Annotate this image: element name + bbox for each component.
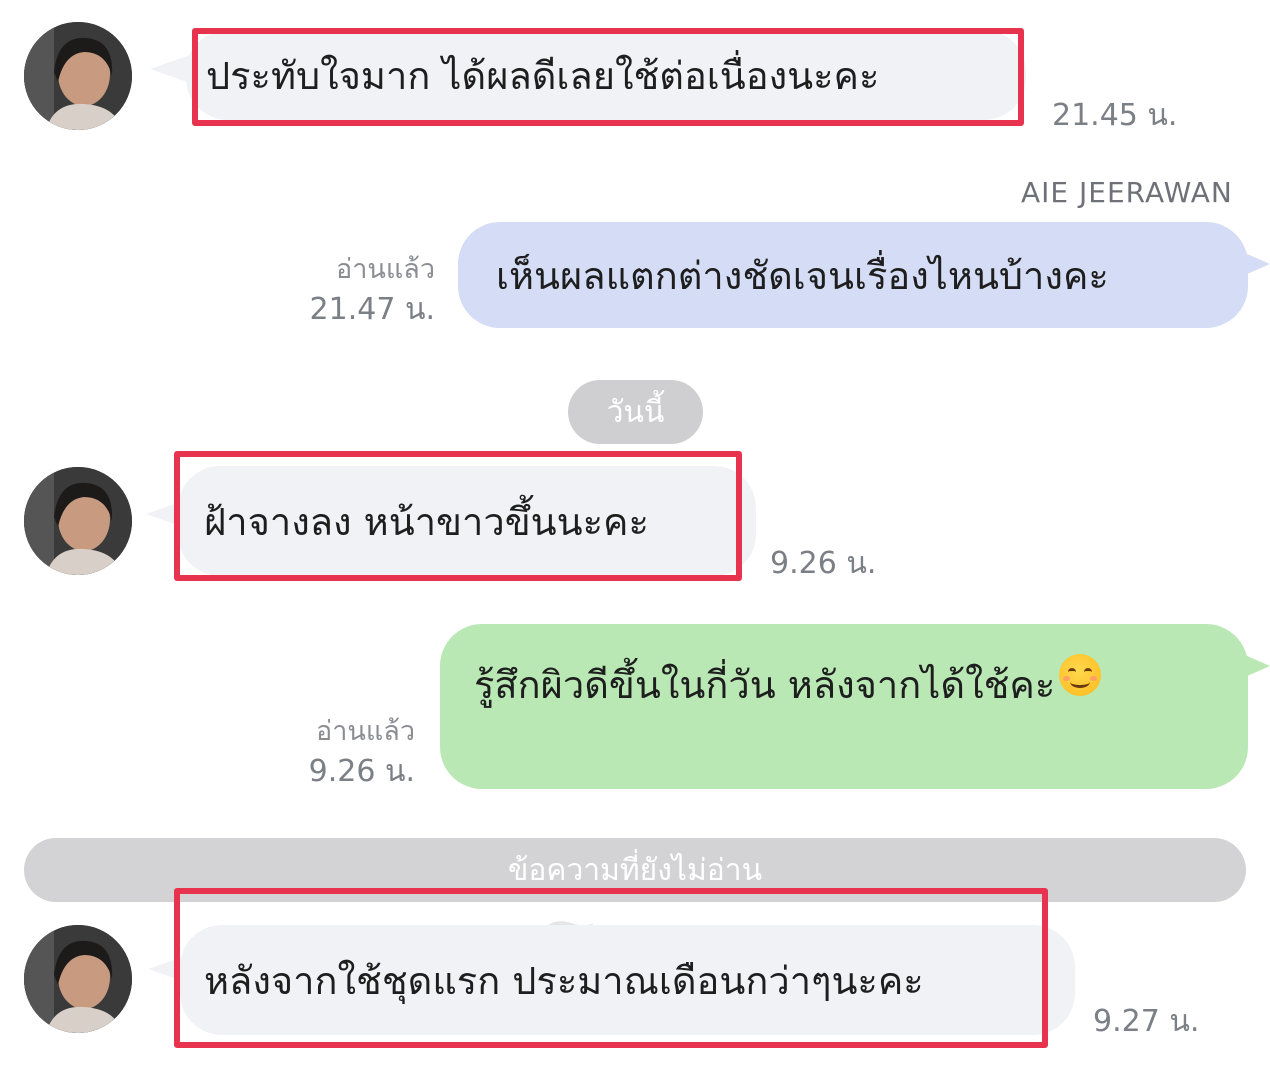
bubble-tail bbox=[1238, 250, 1270, 278]
message-time: 9.26 น. bbox=[770, 546, 877, 581]
message-bubble-incoming[interactable]: หลังจากใช้ชุดแรก ประมาณเดือนกว่าๆนะคะ bbox=[180, 925, 1075, 1035]
bubble-tail bbox=[148, 955, 188, 983]
message-bubble-incoming[interactable]: ประทับใจมาก ได้ผลดีเลยใช้ต่อเนื่องนะคะ bbox=[186, 30, 1026, 120]
bubble-tail bbox=[1238, 652, 1270, 680]
message-time: 21.47 น. bbox=[309, 292, 435, 327]
message-bubble-outgoing[interactable]: รู้สึกผิวดีขึ้นในกี่วัน หลังจากได้ใช้คะ bbox=[440, 624, 1248, 789]
sender-name: AIE JEERAWAN bbox=[1021, 176, 1233, 209]
message-text: เห็นผลแตกต่างชัดเจนเรื่องไหนบ้างคะ bbox=[496, 253, 1109, 298]
message-time: 9.27 น. bbox=[1093, 1004, 1200, 1039]
message-text: รู้สึกผิวดีขึ้นในกี่วัน หลังจากได้ใช้คะ bbox=[474, 663, 1056, 707]
read-receipt: อ่านแล้ว 21.47 น. bbox=[300, 250, 435, 330]
contact-avatar[interactable] bbox=[24, 925, 132, 1033]
message-text: ประทับใจมาก ได้ผลดีเลยใช้ต่อเนื่องนะคะ bbox=[206, 53, 880, 98]
bubble-tail bbox=[150, 55, 190, 83]
bubble-tail bbox=[146, 500, 186, 528]
date-divider: วันนี้ bbox=[568, 380, 703, 444]
message-text: หลังจากใช้ชุดแรก ประมาณเดือนกว่าๆนะคะ bbox=[204, 958, 924, 1003]
message-text: ฝ้าจางลง หน้าขาวขึ้นนะคะ bbox=[204, 499, 649, 544]
read-label: อ่านแล้ว bbox=[336, 254, 435, 285]
message-time: 9.26 น. bbox=[308, 754, 415, 789]
smiling-face-emoji-icon bbox=[1059, 654, 1102, 696]
unread-divider: ข้อความที่ยังไม่อ่าน bbox=[24, 838, 1246, 902]
message-bubble-outgoing[interactable]: เห็นผลแตกต่างชัดเจนเรื่องไหนบ้างคะ bbox=[458, 222, 1248, 328]
message-bubble-incoming[interactable]: ฝ้าจางลง หน้าขาวขึ้นนะคะ bbox=[178, 466, 756, 576]
read-label: อ่านแล้ว bbox=[316, 716, 415, 747]
contact-avatar[interactable] bbox=[24, 467, 132, 575]
read-receipt: อ่านแล้ว 9.26 น. bbox=[280, 712, 415, 792]
contact-avatar[interactable] bbox=[24, 22, 132, 130]
message-time: 21.45 น. bbox=[1052, 98, 1178, 133]
